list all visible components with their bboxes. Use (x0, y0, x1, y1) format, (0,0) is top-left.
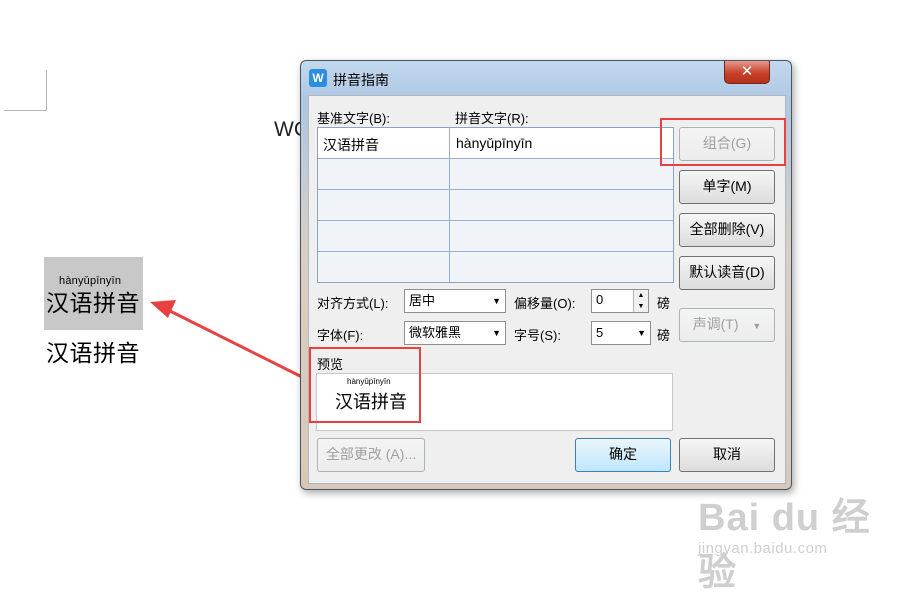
size-select[interactable]: 5 ▼ (591, 321, 651, 345)
grid-row[interactable] (318, 252, 673, 282)
offset-value: 0 (596, 292, 604, 307)
pinyin-text-label: 拼音文字(R): (455, 111, 529, 126)
font-select[interactable]: 微软雅黑 ▼ (404, 321, 506, 345)
grid-row[interactable] (318, 190, 673, 221)
wps-app-icon: W (309, 69, 327, 87)
size-label: 字号(S): (514, 328, 561, 343)
grid-row: 汉语拼音 hànyǔpīnyīn (318, 128, 673, 159)
single-char-button[interactable]: 单字(M) (679, 170, 775, 204)
apply-all-button[interactable]: 全部更改 (A)... (317, 438, 425, 472)
font-label: 字体(F): (317, 328, 364, 343)
grid-row[interactable] (318, 159, 673, 190)
cancel-button[interactable]: 取消 (679, 438, 775, 472)
pinyin-grid: 汉语拼音 hànyǔpīnyīn (317, 127, 674, 283)
chevron-down-icon: ▼ (492, 296, 501, 306)
pinyin-text-cell[interactable]: hànyǔpīnyīn (456, 135, 532, 151)
chevron-down-icon: ▼ (492, 328, 501, 338)
baidu-jingyan-watermark: Bai du 经验 jingyan.baidu.com (698, 480, 898, 594)
watermark-url: jingyan.baidu.com (698, 540, 828, 557)
chevron-up-icon[interactable]: ▲ (633, 290, 648, 301)
dialog-title: 拼音指南 (333, 72, 389, 88)
alignment-value: 居中 (409, 293, 436, 308)
preview-highlight (309, 347, 421, 423)
chevron-down-icon[interactable]: ▼ (633, 301, 648, 312)
chevron-down-icon: ▼ (637, 328, 646, 338)
grid-row[interactable] (318, 221, 673, 252)
size-unit: 磅 (657, 328, 671, 343)
tone-button-label: 声调(T) (692, 316, 739, 332)
offset-stepper[interactable]: 0 ▲ ▼ (591, 289, 649, 313)
grid-column-divider (449, 128, 450, 282)
dialog-titlebar[interactable]: W 拼音指南 ✕ (301, 61, 791, 95)
font-value: 微软雅黑 (409, 325, 462, 340)
clear-all-button[interactable]: 全部删除(V) (679, 213, 775, 247)
size-value: 5 (596, 325, 604, 340)
chevron-down-icon: ▼ (752, 321, 762, 331)
alignment-label: 对齐方式(L): (317, 296, 389, 311)
alignment-select[interactable]: 居中 ▼ (404, 289, 506, 313)
base-text-label: 基准文字(B): (317, 111, 390, 126)
offset-label: 偏移量(O): (514, 296, 576, 311)
group-button-highlight (660, 118, 786, 166)
ok-button[interactable]: 确定 (575, 438, 671, 472)
offset-unit: 磅 (657, 296, 671, 311)
tone-button[interactable]: 声调(T) ▼ (679, 308, 775, 342)
base-text-cell[interactable]: 汉语拼音 (323, 135, 379, 155)
close-button[interactable]: ✕ (724, 61, 770, 84)
default-reading-button[interactable]: 默认读音(D) (679, 256, 775, 290)
